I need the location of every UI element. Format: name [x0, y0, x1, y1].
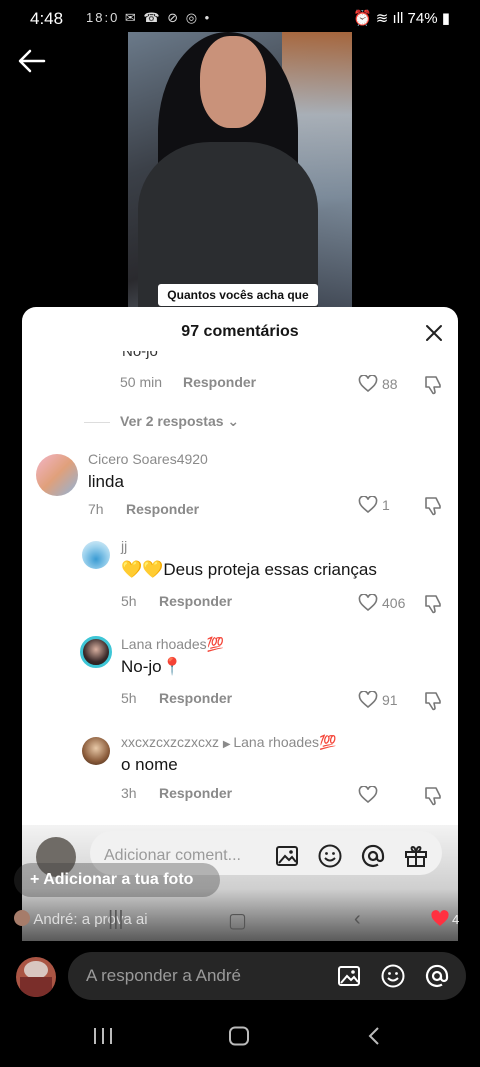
reply-arrow-icon: ▶	[222, 739, 234, 750]
comment-username-text: xxcxzcxzczxcxz	[121, 734, 219, 750]
dislike-icon[interactable]	[422, 593, 444, 615]
add-photo-button[interactable]: + Adicionar a tua foto	[14, 863, 220, 897]
comment-text: 💛💛Deus proteja essas crianças	[121, 560, 377, 579]
like-button[interactable]: 1	[358, 496, 390, 514]
heart-icon	[358, 786, 378, 804]
avatar[interactable]	[82, 541, 110, 569]
story-author-avatar[interactable]	[16, 957, 56, 997]
like-count: 406	[382, 595, 406, 611]
view-replies-line	[84, 422, 110, 423]
story-video[interactable]	[128, 32, 352, 308]
story-like-count[interactable]: 4	[430, 910, 459, 928]
heart-icon	[358, 691, 378, 709]
comment-username[interactable]: jj	[121, 538, 127, 554]
close-icon[interactable]	[424, 323, 444, 343]
comment-time: 5h	[121, 593, 137, 609]
ghost-nav-back-icon: ‹	[354, 908, 361, 930]
reply-context: André: a prova ai	[14, 910, 148, 928]
heart-icon	[358, 594, 378, 612]
reply-button[interactable]: Responder	[159, 785, 232, 801]
ghost-nav-recents-icon: |||	[108, 908, 124, 930]
video-caption: Quantos vocês acha que	[158, 284, 318, 306]
context-avatar	[14, 910, 30, 926]
person-face	[200, 36, 266, 128]
like-button[interactable]: 88	[358, 375, 398, 393]
comment-username[interactable]: Cicero Soares4920	[88, 451, 208, 467]
battery-percent: ⏰ ≋ ıll 74% ▮	[352, 10, 450, 27]
comments-title: 97 comentários	[181, 323, 299, 340]
comments-sheet: 97 comentários No-jo 50 min Responder 88…	[22, 307, 458, 941]
emoji-icon[interactable]	[380, 963, 406, 989]
reply-button[interactable]: Responder	[159, 593, 232, 609]
like-count: 91	[382, 692, 398, 708]
nav-recents-icon[interactable]	[92, 1026, 114, 1051]
like-button[interactable]: 406	[358, 594, 405, 612]
status-notification-icons: 18:0 ✉ ☎ ⊘ ◎ •	[86, 10, 212, 25]
story-like-number: 4	[452, 911, 460, 927]
mention-icon[interactable]	[360, 843, 386, 869]
like-count: 88	[382, 376, 398, 392]
nav-home-icon[interactable]	[228, 1026, 250, 1051]
heart-icon	[358, 375, 378, 393]
dislike-icon[interactable]	[422, 785, 444, 807]
comment-text: No-jo📍	[121, 657, 183, 676]
comment-time: 50 min	[120, 374, 163, 390]
avatar[interactable]	[80, 636, 112, 668]
reply-button[interactable]: Responder	[126, 501, 199, 517]
heart-icon	[358, 496, 378, 514]
signal-icon: ⏰ ≋ ıll	[352, 10, 408, 27]
heart-filled-icon	[431, 910, 449, 926]
emoji-icon[interactable]	[317, 843, 343, 869]
like-count: 1	[382, 497, 390, 513]
comment-text: o nome	[121, 755, 178, 774]
truncated-comment-text: No-jo	[122, 343, 158, 360]
comment-username[interactable]: xxcxzcxzczxcxz ▶ Lana rhoades💯	[121, 734, 336, 751]
like-button[interactable]	[358, 786, 382, 804]
reply-button[interactable]: Responder	[159, 690, 232, 706]
status-bar: 4:48 18:0 ✉ ☎ ⊘ ◎ • ⏰ ≋ ıll 74% ▮	[0, 0, 480, 36]
comment-time: 5h	[121, 690, 137, 706]
image-icon[interactable]	[274, 843, 300, 869]
view-replies-label: Ver 2 respostas	[120, 413, 224, 429]
gift-icon[interactable]	[403, 843, 429, 869]
chevron-down-icon: ⌄	[227, 413, 240, 429]
dislike-icon[interactable]	[422, 690, 444, 712]
like-button[interactable]: 91	[358, 691, 398, 709]
status-time: 4:48	[30, 9, 64, 28]
avatar[interactable]	[36, 454, 78, 496]
reply-context-user: André	[33, 911, 74, 928]
story-reply-placeholder: A responder a André	[86, 966, 242, 985]
comment-text: linda	[88, 472, 124, 491]
comment-time: 7h	[88, 501, 104, 517]
view-replies-button[interactable]: Ver 2 respostas ⌄	[120, 413, 239, 430]
dislike-icon[interactable]	[422, 374, 444, 396]
reply-to-username[interactable]: Lana rhoades💯	[233, 734, 336, 750]
nav-back-icon[interactable]	[364, 1026, 386, 1051]
avatar[interactable]	[82, 737, 110, 765]
back-arrow-icon[interactable]	[16, 46, 48, 76]
comment-username[interactable]: Lana rhoades💯	[121, 636, 224, 653]
mention-icon[interactable]	[424, 963, 450, 989]
battery-icon: ▮	[437, 10, 450, 27]
ghost-nav-home-icon: ▢	[228, 910, 247, 932]
reply-button[interactable]: Responder	[183, 374, 256, 390]
comment-time: 3h	[121, 785, 137, 801]
dislike-icon[interactable]	[422, 495, 444, 517]
image-icon[interactable]	[336, 963, 362, 989]
